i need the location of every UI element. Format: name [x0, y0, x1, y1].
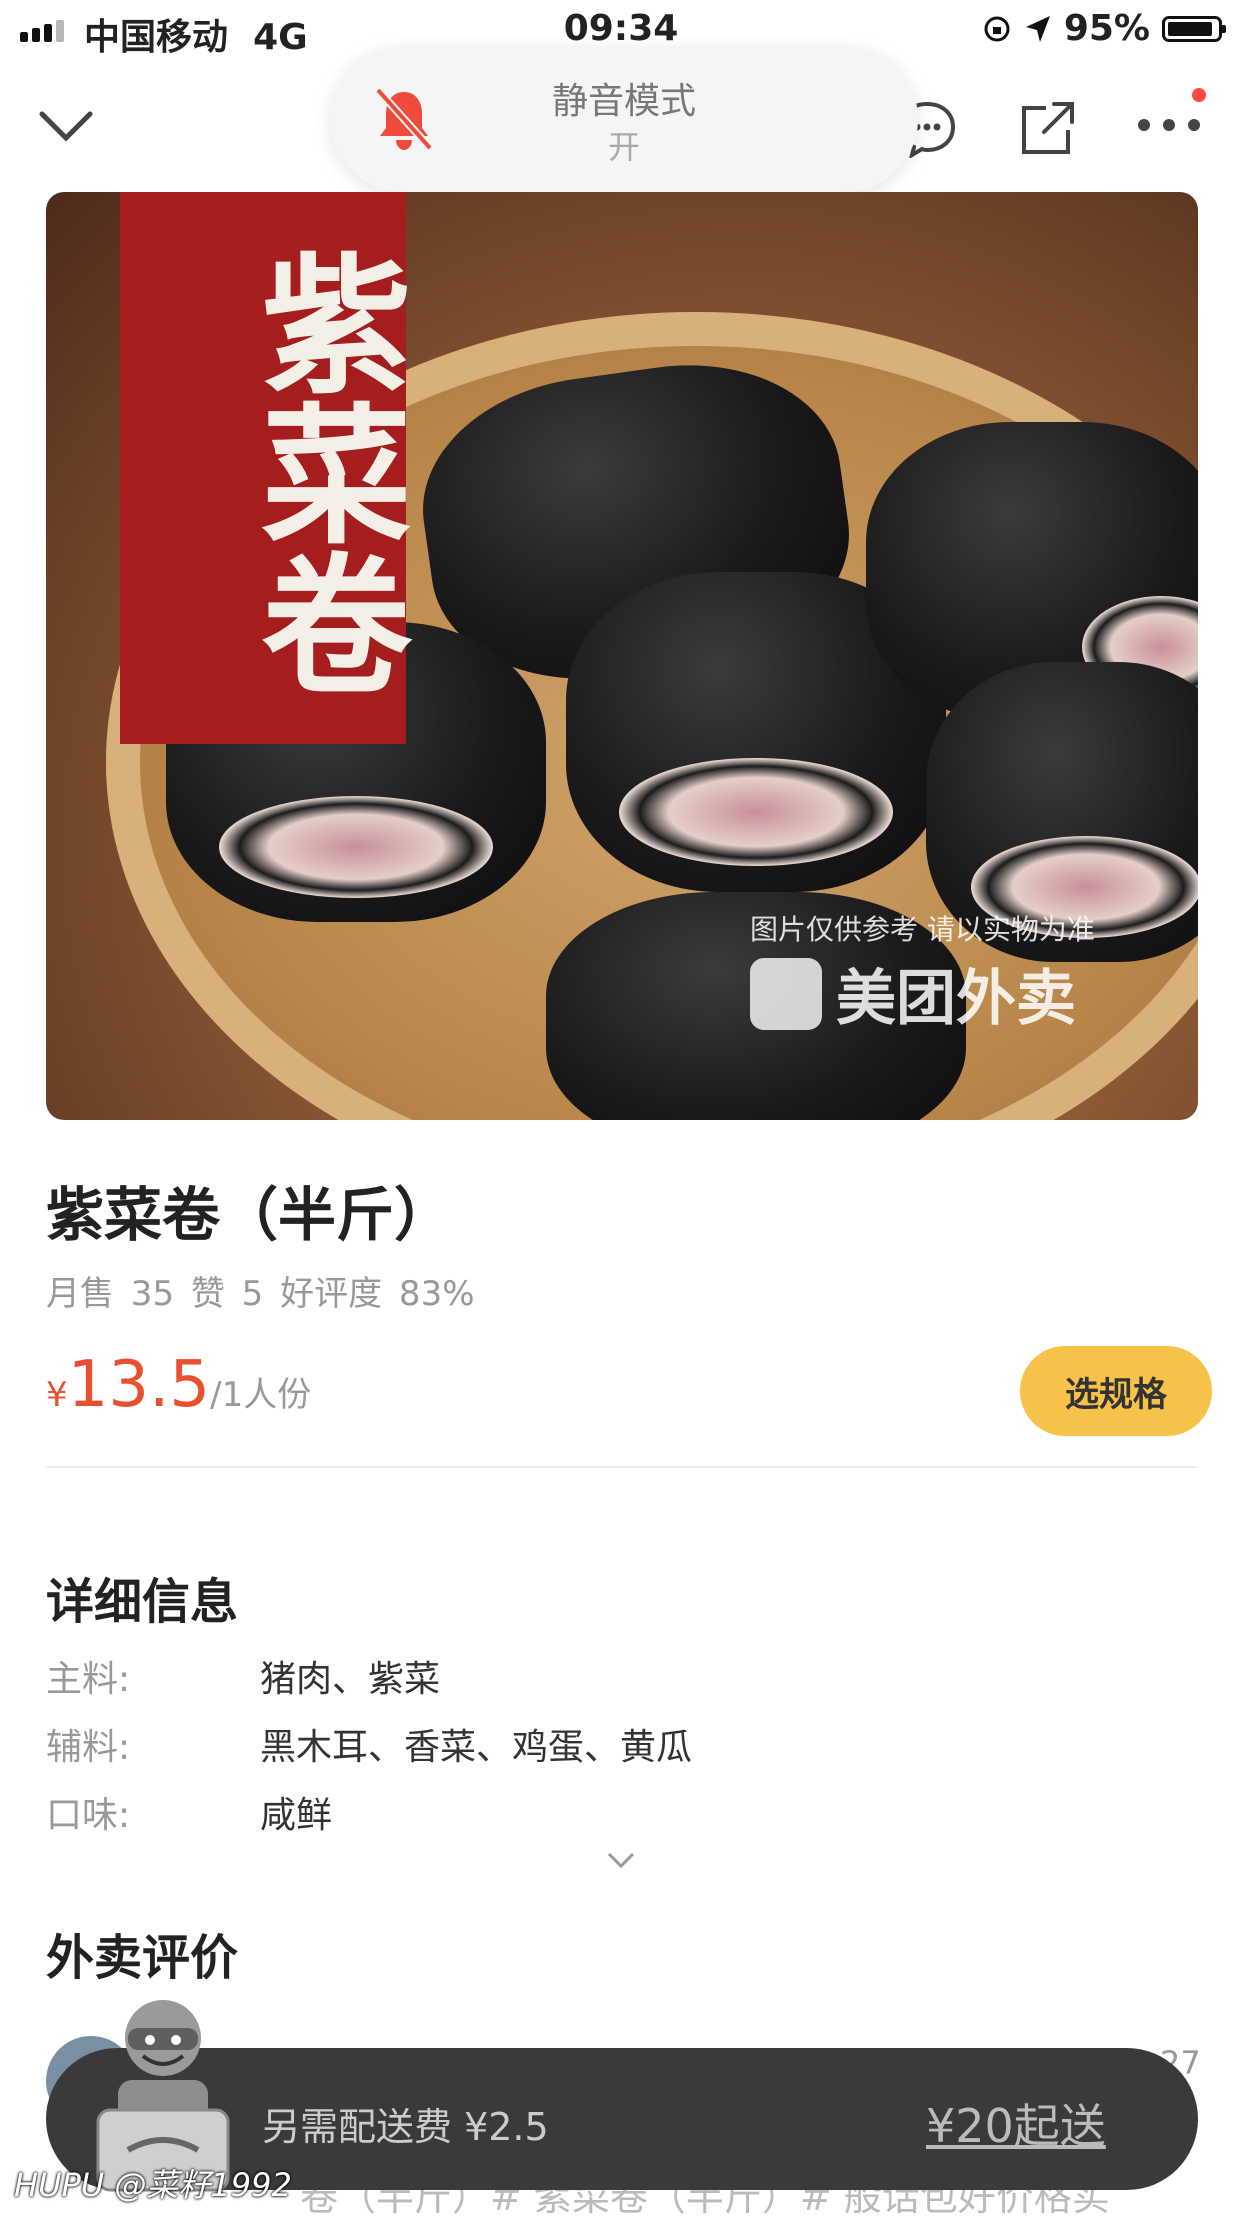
price-unit: /1人份	[210, 1375, 312, 1415]
detail-row-taste: 口味: 咸鲜	[46, 1786, 332, 1838]
detail-value: 咸鲜	[260, 1795, 333, 1836]
currency-symbol: ¥	[46, 1375, 68, 1415]
reviews-title: 外卖评价	[46, 1930, 239, 1986]
product-stats: 月售 35 赞 5 好评度 83%	[46, 1274, 475, 1314]
product-title: 紫菜卷（半斤）	[46, 1181, 453, 1249]
price-value: 13.5	[67, 1348, 211, 1422]
battery-icon	[1162, 15, 1226, 42]
notification-dot	[1192, 88, 1206, 102]
battery-percent: 95%	[1063, 8, 1150, 49]
detail-key: 口味:	[46, 1795, 131, 1836]
share-icon[interactable]	[1016, 98, 1078, 158]
watermark-brand: 美团外卖	[836, 964, 1076, 1034]
divider	[46, 1466, 1198, 1468]
toast-title: 静音模式	[551, 81, 696, 122]
detail-row-main: 主料: 猪肉、紫菜	[46, 1650, 440, 1702]
location-arrow-icon	[1025, 15, 1050, 42]
meituan-logo-icon	[750, 957, 822, 1030]
more-icon[interactable]	[1134, 100, 1204, 150]
details-title: 详细信息	[46, 1574, 239, 1630]
detail-value: 黑木耳、香菜、鸡蛋、黄瓜	[260, 1727, 693, 1768]
status-right: 95%	[982, 8, 1226, 49]
toast-state: 开	[607, 128, 640, 166]
expand-chevron-icon[interactable]	[606, 1850, 636, 1870]
banner-text: 紫菜卷	[236, 247, 412, 697]
delivery-fee: 另需配送费 ¥2.5	[262, 2105, 549, 2149]
hupu-watermark: HUPU @菜籽1992	[14, 2166, 292, 2204]
dish-name-banner: 紫菜卷	[120, 192, 412, 744]
product-image[interactable]: 紫菜卷 图片仅供参考 请以实物为准 美团外卖	[46, 192, 1198, 1120]
detail-value: 猪肉、紫菜	[260, 1659, 441, 1700]
image-disclaimer: 图片仅供参考 请以实物为准	[750, 913, 1095, 946]
select-spec-button[interactable]: 选规格	[1020, 1346, 1212, 1436]
silent-mode-toast: 静音模式 开	[330, 46, 918, 192]
meituan-watermark: 美团外卖	[750, 950, 1076, 1037]
detail-key: 辅料:	[46, 1727, 131, 1768]
detail-key: 主料:	[46, 1659, 131, 1700]
detail-row-secondary: 辅料: 黑木耳、香菜、鸡蛋、黄瓜	[46, 1718, 692, 1770]
orientation-lock-icon	[984, 16, 1010, 41]
price: ¥13.5/1人份	[46, 1348, 311, 1422]
min-order-button[interactable]: ¥20起送	[926, 2090, 1106, 2156]
chevron-down-icon[interactable]	[36, 100, 96, 150]
